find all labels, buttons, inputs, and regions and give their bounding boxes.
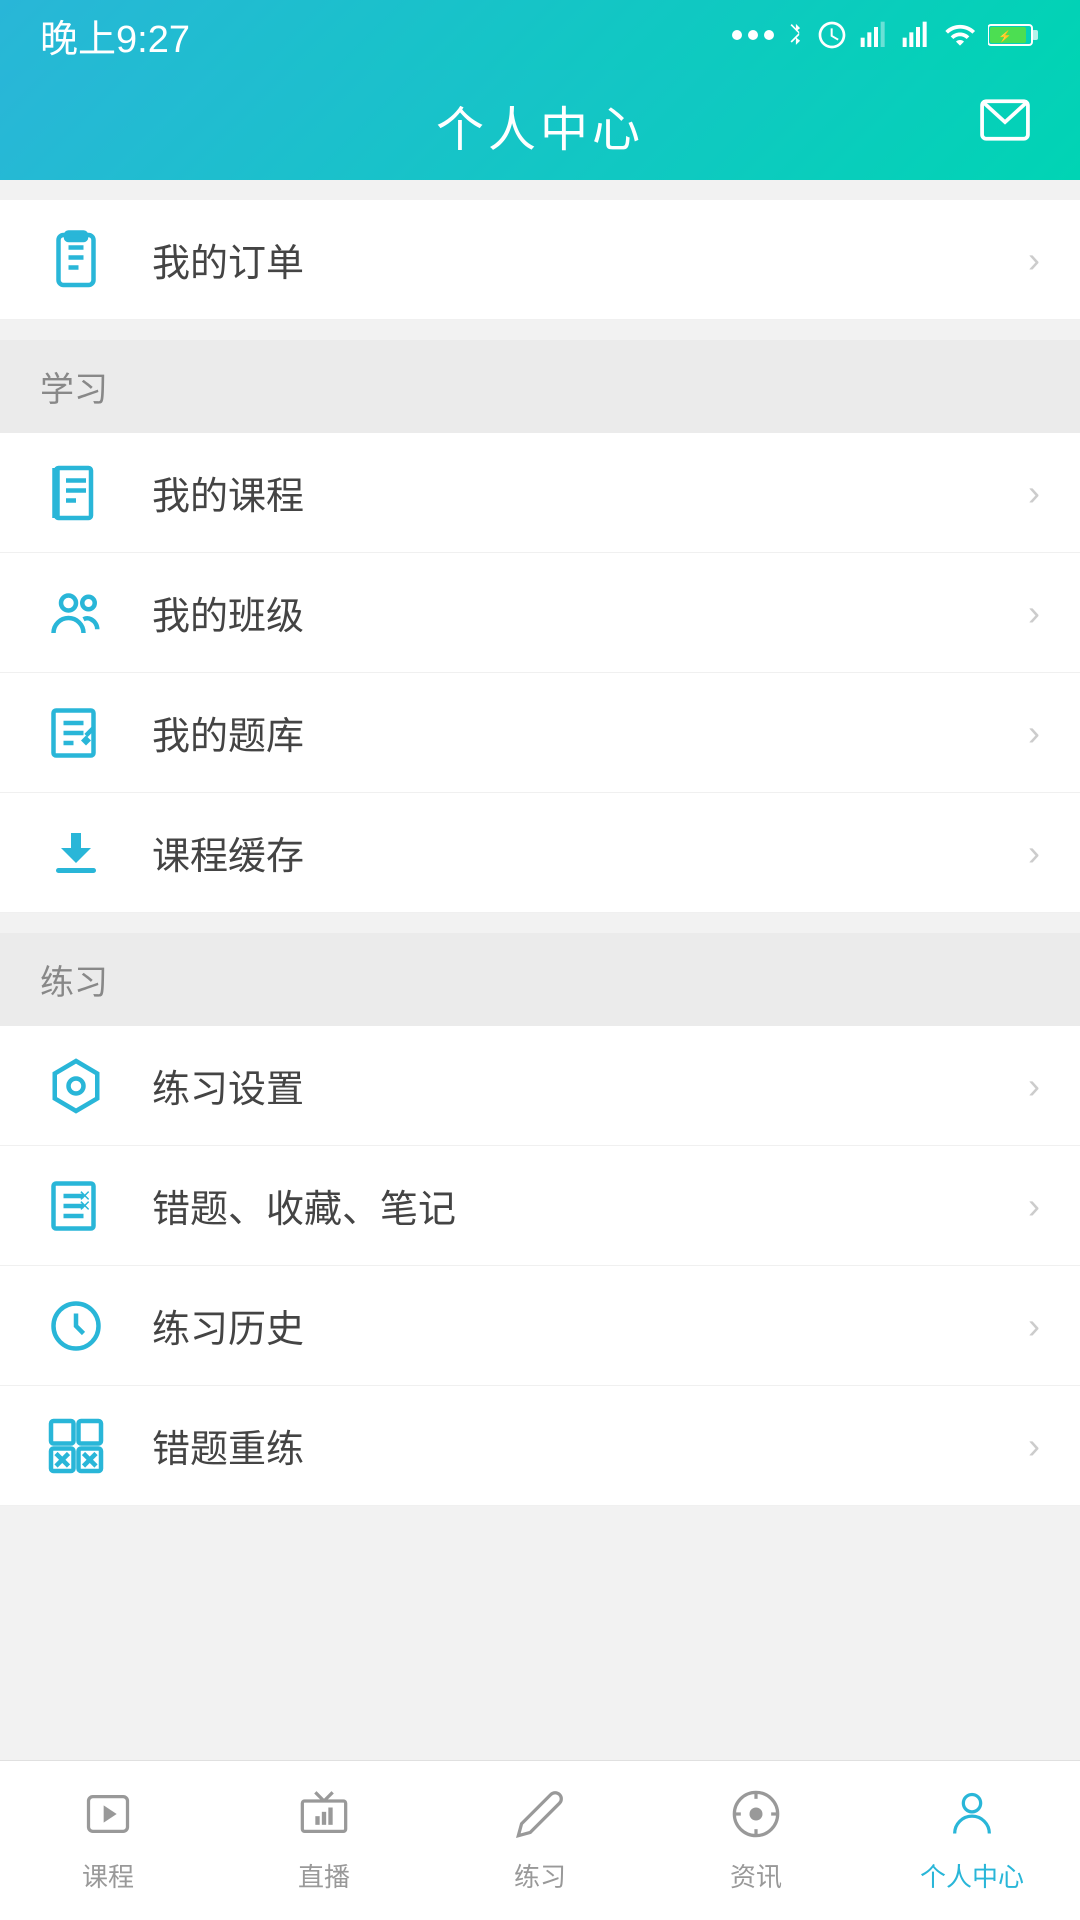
nav-news-label: 资讯	[730, 1857, 782, 1894]
play-circle-icon	[82, 1788, 134, 1849]
signal2-icon	[900, 19, 932, 51]
nav-profile-label: 个人中心	[920, 1857, 1024, 1894]
wifi-icon	[942, 19, 978, 51]
nav-profile[interactable]: 个人中心	[864, 1761, 1080, 1920]
errors-collection-item[interactable]: ✕ ✕ 错题、收藏、笔记 ›	[0, 1146, 1080, 1266]
my-courses-label: 我的课程	[152, 465, 1028, 520]
my-orders-item[interactable]: 我的订单 ›	[0, 200, 1080, 320]
grid-x-icon	[40, 1410, 112, 1482]
practice-history-label: 练习历史	[152, 1298, 1028, 1353]
chevron-right-icon: ›	[1028, 592, 1040, 634]
gear-hex-icon	[40, 1050, 112, 1122]
my-courses-item[interactable]: 我的课程 ›	[0, 433, 1080, 553]
course-cache-label: 课程缓存	[152, 825, 1028, 880]
users-icon	[40, 577, 112, 649]
nav-practice[interactable]: 练习	[432, 1761, 648, 1920]
my-questions-label: 我的题库	[152, 705, 1028, 760]
nav-courses[interactable]: 课程	[0, 1761, 216, 1920]
practice-history-item[interactable]: 练习历史 ›	[0, 1266, 1080, 1386]
clock-icon	[40, 1290, 112, 1362]
my-class-item[interactable]: 我的班级 ›	[0, 553, 1080, 673]
retry-errors-item[interactable]: 错题重练 ›	[0, 1386, 1080, 1506]
chevron-right-icon: ›	[1028, 472, 1040, 514]
practice-section-header: 练习	[0, 933, 1080, 1026]
battery-icon: ⚡	[988, 21, 1040, 49]
chevron-right-icon: ›	[1028, 1425, 1040, 1467]
chevron-right-icon: ›	[1028, 1065, 1040, 1107]
chevron-right-icon: ›	[1028, 239, 1040, 281]
alarm-icon	[816, 19, 848, 51]
my-class-label: 我的班级	[152, 585, 1028, 640]
status-time: 晚上9:27	[40, 8, 190, 63]
retry-errors-label: 错题重练	[152, 1418, 1028, 1473]
divider-1	[0, 320, 1080, 340]
status-bar: 晚上9:27 ⚡	[0, 0, 1080, 70]
nav-news[interactable]: 资讯	[648, 1761, 864, 1920]
course-cache-item[interactable]: 课程缓存 ›	[0, 793, 1080, 913]
list-x-icon: ✕ ✕	[40, 1170, 112, 1242]
dot-circle-icon	[730, 1788, 782, 1849]
download-icon	[40, 817, 112, 889]
my-questions-item[interactable]: 我的题库 ›	[0, 673, 1080, 793]
svg-text:⚡: ⚡	[998, 30, 1012, 43]
divider-2	[0, 913, 1080, 933]
page-title: 个人中心	[436, 90, 644, 160]
errors-collection-label: 错题、收藏、笔记	[152, 1178, 1028, 1233]
nav-live[interactable]: 直播	[216, 1761, 432, 1920]
clipboard-icon	[40, 224, 112, 296]
main-content: 我的订单 › 学习 我的课程 › 我的班级 ›	[0, 180, 1080, 1506]
book-icon	[40, 457, 112, 529]
page-header: 个人中心	[0, 70, 1080, 180]
practice-settings-label: 练习设置	[152, 1058, 1028, 1113]
nav-courses-label: 课程	[82, 1857, 134, 1894]
my-orders-label: 我的订单	[152, 232, 1028, 287]
top-divider	[0, 180, 1080, 200]
chevron-right-icon: ›	[1028, 1185, 1040, 1227]
svg-text:✕: ✕	[79, 1198, 92, 1215]
signal1-icon	[858, 19, 890, 51]
pencil-icon	[514, 1788, 566, 1849]
signal-dots	[732, 30, 774, 40]
person-icon	[946, 1788, 998, 1849]
bluetooth-icon	[784, 18, 806, 52]
bottom-navigation: 课程 直播 练习	[0, 1760, 1080, 1920]
nav-live-label: 直播	[298, 1857, 350, 1894]
nav-practice-label: 练习	[514, 1857, 566, 1894]
edit-list-icon	[40, 697, 112, 769]
status-icons: ⚡	[732, 18, 1040, 52]
chevron-right-icon: ›	[1028, 1305, 1040, 1347]
practice-settings-item[interactable]: 练习设置 ›	[0, 1026, 1080, 1146]
study-section-header: 学习	[0, 340, 1080, 433]
chevron-right-icon: ›	[1028, 712, 1040, 754]
chevron-right-icon: ›	[1028, 832, 1040, 874]
mail-button[interactable]	[980, 99, 1030, 151]
live-tv-icon	[298, 1788, 350, 1849]
